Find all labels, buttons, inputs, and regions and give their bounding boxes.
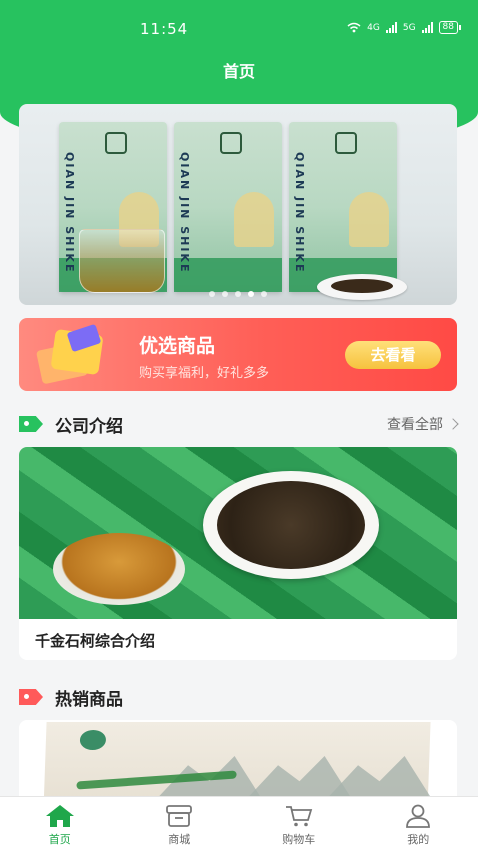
carousel-dot[interactable]	[222, 291, 228, 297]
status-time: 11:54	[140, 20, 189, 38]
tab-store[interactable]: 商城	[120, 797, 240, 850]
view-all-link[interactable]: 查看全部	[387, 414, 459, 434]
product-image	[43, 722, 430, 800]
cart-icon	[284, 803, 314, 829]
tab-profile[interactable]: 我的	[359, 797, 478, 850]
tea-leaves-image	[19, 447, 457, 619]
section-title: 公司介绍	[55, 416, 123, 437]
wifi-icon	[347, 22, 361, 33]
chevron-right-icon	[447, 418, 459, 430]
promo-button[interactable]: 去看看	[345, 341, 441, 369]
carousel-dot-active[interactable]	[248, 291, 254, 297]
promo-title: 优选商品	[139, 335, 216, 357]
user-icon	[403, 803, 433, 829]
store-icon	[164, 803, 194, 829]
hot-section-header: 热销商品	[19, 684, 457, 710]
view-all-label: 查看全部	[387, 417, 443, 433]
carousel-indicator	[19, 291, 457, 297]
signal-icon	[385, 22, 397, 33]
tab-label: 我的	[407, 833, 430, 846]
card-caption: 千金石柯综合介绍	[35, 632, 156, 650]
bottom-tab-bar: 首页 商城 购物车 我的	[0, 796, 478, 850]
status-icons: 4G 5G 88	[347, 21, 462, 34]
tab-label: 商城	[168, 833, 191, 846]
tab-label: 首页	[48, 833, 71, 846]
promo-banner[interactable]: 优选商品 购买享福利，好礼多多 去看看	[19, 318, 457, 391]
hot-product-card[interactable]	[19, 720, 457, 800]
network-4g-label: 4G	[367, 22, 380, 33]
carousel-dot[interactable]	[209, 291, 215, 297]
carousel-dot[interactable]	[261, 291, 267, 297]
tea-package-image: QIAN JIN SHIKE	[174, 122, 282, 292]
banner-carousel[interactable]: QIAN JIN SHIKE QIAN JIN SHIKE QIAN JIN S…	[19, 104, 457, 305]
company-section-header: 公司介绍 查看全部	[19, 411, 459, 437]
tab-cart[interactable]: 购物车	[239, 797, 359, 850]
tag-icon	[19, 414, 47, 434]
home-icon	[45, 803, 75, 829]
network-5g-label: 5G	[402, 22, 416, 33]
battery-icon: 88	[438, 21, 462, 34]
company-intro-card[interactable]: 千金石柯综合介绍	[19, 447, 457, 660]
tag-icon	[19, 687, 47, 707]
tab-label: 购物车	[282, 833, 316, 846]
section-title: 热销商品	[55, 689, 123, 710]
tea-glass-image	[79, 229, 165, 293]
gift-icon	[33, 323, 113, 385]
tab-home[interactable]: 首页	[0, 797, 120, 850]
carousel-dot[interactable]	[235, 291, 241, 297]
promo-subtitle: 购买享福利，好礼多多	[139, 366, 270, 381]
signal-icon	[421, 22, 433, 33]
page-title: 首页	[222, 62, 255, 81]
tea-package-image: QIAN JIN SHIKE	[289, 122, 397, 292]
status-bar: 11:54 4G 5G 88	[0, 0, 478, 54]
